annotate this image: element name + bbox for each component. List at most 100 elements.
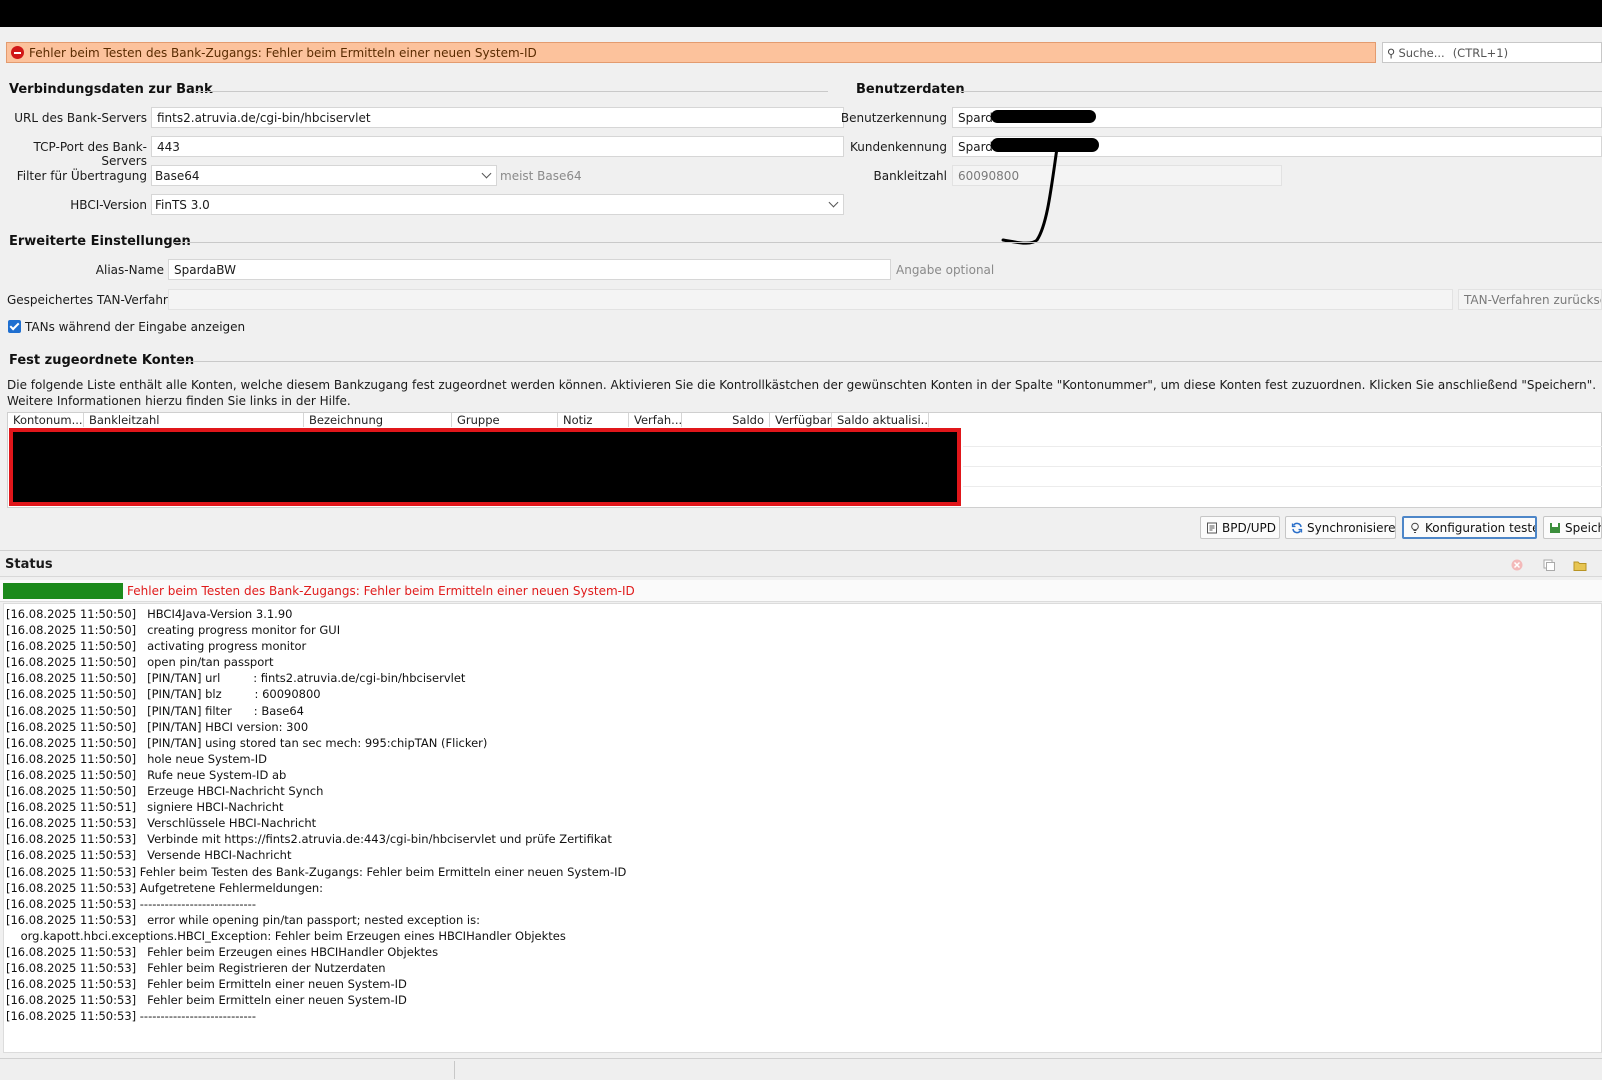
log-line: [16.08.2025 11:50:50] [PIN/TAN] filter :… (6, 703, 304, 718)
divider (454, 1061, 455, 1079)
save-label: Speich (1565, 520, 1602, 535)
chevron-down-icon (481, 168, 492, 179)
show-tans-label: TANs während der Eingabe anzeigen (25, 320, 246, 334)
synchronize-button[interactable]: Synchronisieren (1285, 516, 1396, 539)
error-icon (11, 46, 24, 59)
log-line: [16.08.2025 11:50:53] Versende HBCI-Nach… (6, 848, 292, 863)
lightbulb-icon (1411, 522, 1419, 533)
log-line: [16.08.2025 11:50:53] Aufgetretene Fehle… (6, 880, 324, 895)
log-line: org.kapott.hbci.exceptions.HBCI_Exceptio… (6, 928, 566, 943)
filter-label: Filter für Übertragung (16, 169, 147, 183)
advanced-section-title: Erweiterte Einstellungen (9, 234, 191, 249)
alias-label: Alias-Name (95, 263, 164, 277)
filter-hint: meist Base64 (500, 169, 582, 183)
tan-method-label: Gespeichertes TAN-Verfahren (7, 293, 183, 307)
search-placeholder: Suche... (1398, 45, 1445, 60)
divider (960, 91, 1602, 92)
error-banner-text: Fehler beim Testen des Bank-Zugangs: Feh… (29, 45, 537, 60)
log-line: [16.08.2025 11:50:53] Verschlüssele HBCI… (6, 816, 317, 831)
log-line: [16.08.2025 11:50:50] activating progres… (6, 639, 307, 654)
divider (174, 242, 1602, 243)
log-line: [16.08.2025 11:50:50] Erzeuge HBCI-Nachr… (6, 784, 324, 799)
table-row (963, 466, 1602, 467)
window-titlebar (0, 0, 1602, 27)
log-line: [16.08.2025 11:50:53] error while openin… (6, 912, 480, 927)
column-header[interactable]: Verfügbar (770, 413, 832, 427)
customer-id-label: Kundenkennung (849, 140, 947, 154)
port-field[interactable]: 443 (151, 136, 844, 157)
filter-value: Base64 (155, 168, 200, 183)
search-input[interactable]: ⚲ Suche... (CTRL+1) (1382, 42, 1602, 63)
test-configuration-label: Konfiguration testen (1425, 520, 1537, 535)
column-header[interactable]: Saldo aktualisi... (832, 413, 929, 427)
bottom-status-bar (0, 1058, 1602, 1080)
log-line: [16.08.2025 11:50:50] hole neue System-I… (6, 751, 268, 766)
log-line: [16.08.2025 11:50:50] [PIN/TAN] blz : 60… (6, 687, 321, 702)
divider (194, 91, 828, 92)
column-header[interactable]: Gruppe (452, 413, 558, 427)
log-line: [16.08.2025 11:50:53] Fehler beim Regist… (6, 961, 386, 976)
show-tans-checkbox[interactable] (8, 320, 21, 333)
search-shortcut: (CTRL+1) (1452, 45, 1509, 60)
hbci-value: FinTS 3.0 (155, 197, 210, 212)
tan-reset-button[interactable]: TAN-Verfahren zurücksetz (1458, 289, 1602, 310)
progress-bar (3, 583, 123, 599)
blz-label: Bankleitzahl (873, 169, 948, 183)
log-line: [16.08.2025 11:50:50] [PIN/TAN] HBCI ver… (6, 719, 309, 734)
search-icon: ⚲ (1387, 45, 1396, 60)
test-configuration-button[interactable]: Konfiguration testen (1402, 516, 1537, 539)
hbci-label: HBCI-Version (70, 198, 147, 212)
progress-row: Fehler beim Testen des Bank-Zugangs: Feh… (0, 580, 1602, 602)
status-title: Status (5, 557, 53, 572)
alias-hint: Angabe optional (896, 263, 995, 277)
user-section-title: Benutzerdaten (856, 82, 965, 97)
column-header[interactable]: Bankleitzahl (84, 413, 304, 427)
log-line: [16.08.2025 11:50:53] Fehler beim Testen… (6, 864, 627, 879)
status-panel-header: Status (0, 550, 1602, 577)
redaction-mark (991, 110, 1096, 123)
url-label: URL des Bank-Servers (14, 111, 147, 125)
alias-field[interactable]: SpardaBW (168, 259, 891, 280)
column-header[interactable]: Saldo (682, 413, 770, 427)
folder-icon[interactable] (1573, 558, 1587, 572)
log-line: [16.08.2025 11:50:53] Fehler beim Ermitt… (6, 993, 407, 1008)
table-row (963, 486, 1602, 487)
connection-section-title: Verbindungsdaten zur Bank (9, 82, 213, 97)
divider (176, 361, 1602, 362)
column-header[interactable]: Notiz (558, 413, 629, 427)
log-line: [16.08.2025 11:50:53] ------------------… (6, 1009, 256, 1024)
log-line: [16.08.2025 11:50:53] Fehler beim Ermitt… (6, 977, 407, 992)
column-header[interactable]: Verfah... (629, 413, 682, 427)
column-header[interactable]: Kontonum... (8, 413, 84, 427)
log-line: [16.08.2025 11:50:50] [PIN/TAN] url : fi… (6, 671, 466, 686)
log-line: [16.08.2025 11:50:50] [PIN/TAN] using st… (6, 735, 488, 750)
sync-icon (1291, 522, 1303, 533)
accounts-description: Die folgende Liste enthält alle Konten, … (7, 378, 1597, 408)
log-line: [16.08.2025 11:50:50] open pin/tan passp… (6, 655, 274, 670)
log-line: [16.08.2025 11:50:53] Verbinde mit https… (6, 832, 612, 847)
copy-icon[interactable] (1542, 558, 1556, 572)
redacted-table-rows (9, 428, 961, 506)
log-output[interactable]: [16.08.2025 11:50:50] HBCI4Java-Version … (3, 603, 1602, 1053)
user-id-label: Benutzerkennung (840, 111, 947, 125)
log-line: [16.08.2025 11:50:50] HBCI4Java-Version … (6, 607, 293, 621)
filter-select[interactable]: Base64 (151, 165, 497, 186)
save-button[interactable]: Speich (1543, 516, 1602, 539)
synchronize-label: Synchronisieren (1307, 520, 1396, 535)
port-label: TCP-Port des Bank-Servers (33, 140, 147, 168)
error-banner: Fehler beim Testen des Bank-Zugangs: Feh… (6, 42, 1376, 63)
log-line: [16.08.2025 11:50:51] signiere HBCI-Nach… (6, 800, 284, 815)
cancel-icon[interactable] (1510, 558, 1524, 572)
document-icon (1207, 522, 1217, 533)
log-line: [16.08.2025 11:50:50] Rufe neue System-I… (6, 767, 287, 782)
log-line: [16.08.2025 11:50:53] ------------------… (6, 896, 256, 911)
scribble-mark (1001, 146, 1059, 245)
log-line: [16.08.2025 11:50:50] creating progress … (6, 623, 341, 638)
hbci-version-select[interactable]: FinTS 3.0 (151, 194, 844, 215)
bpd-upd-button[interactable]: BPD/UPD (1200, 516, 1280, 539)
table-header: Kontonum... Bankleitzahl Bezeichnung Gru… (8, 413, 929, 427)
url-field[interactable]: fints2.atruvia.de/cgi-bin/hbciservlet (151, 107, 844, 128)
chevron-down-icon (828, 197, 839, 208)
save-icon (1550, 522, 1560, 533)
column-header[interactable]: Bezeichnung (304, 413, 452, 427)
